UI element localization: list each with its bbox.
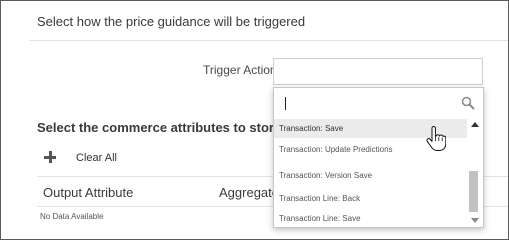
attributes-section-title: Select the commerce attributes to store …	[37, 120, 305, 135]
empty-table-message: No Data Available	[40, 212, 104, 221]
text-caret	[285, 97, 286, 110]
search-icon	[461, 96, 475, 110]
dropdown-option[interactable]: Transaction Line: Back	[274, 189, 467, 208]
dropdown-scrollbar[interactable]	[467, 118, 482, 227]
dropdown-option[interactable]: Transaction Line: Save	[274, 209, 467, 228]
plus-icon[interactable]	[43, 150, 57, 164]
scroll-up-arrow-icon[interactable]	[471, 122, 479, 127]
dropdown-search-input[interactable]	[278, 92, 479, 116]
hand-pointer-cursor-icon	[426, 126, 446, 151]
scrollbar-thumb[interactable]	[469, 171, 478, 212]
column-header-aggregate[interactable]: Aggregate	[219, 185, 279, 200]
trigger-action-dropdown: Transaction: Save Transaction: Update Pr…	[273, 87, 484, 228]
clear-all-button[interactable]: Clear All	[76, 152, 117, 164]
trigger-action-label: Trigger Action	[203, 63, 277, 77]
scroll-down-arrow-icon[interactable]	[471, 218, 479, 223]
dropdown-option[interactable]: Transaction: Version Save	[274, 166, 467, 185]
trigger-section-title: Select how the price guidance will be tr…	[37, 14, 306, 29]
section-divider	[29, 40, 508, 41]
trigger-action-select[interactable]	[273, 58, 483, 85]
price-guidance-panel: Select how the price guidance will be tr…	[0, 0, 509, 240]
column-header-output-attribute[interactable]: Output Attribute	[43, 185, 133, 200]
